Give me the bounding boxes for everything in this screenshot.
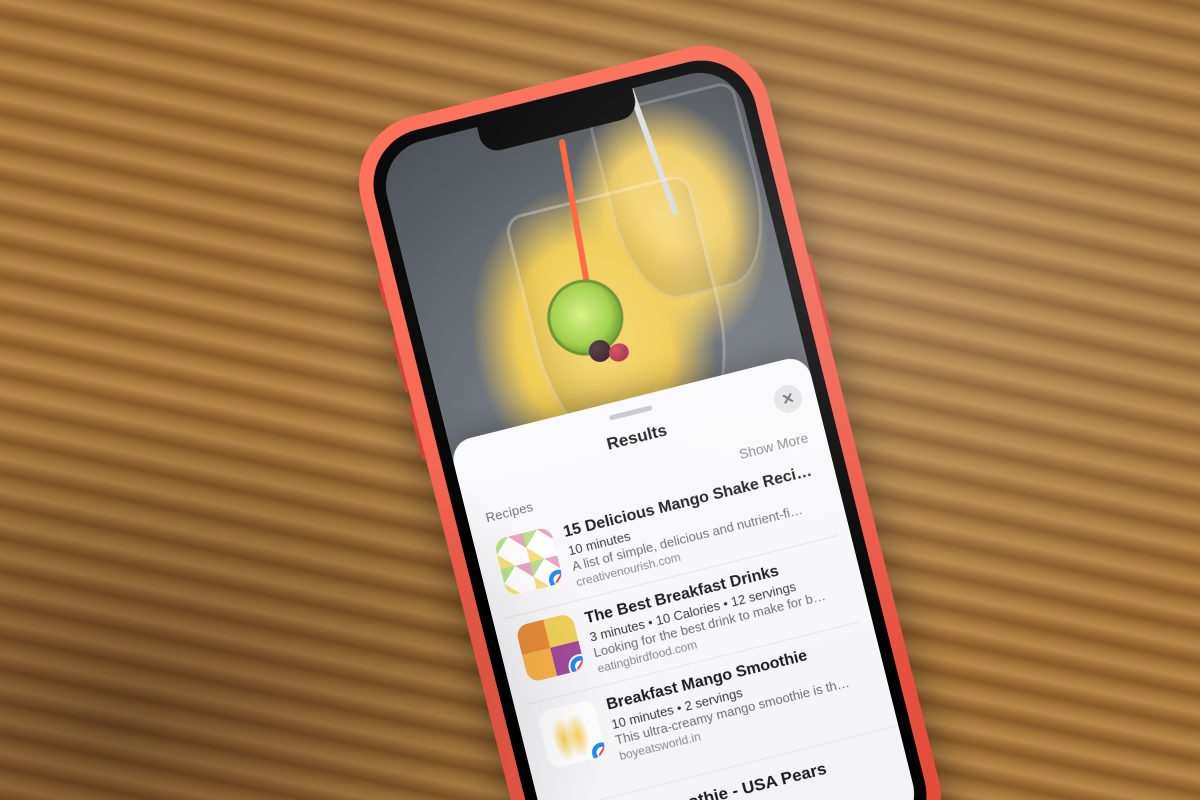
raspberry xyxy=(607,342,631,364)
close-button[interactable]: ✕ xyxy=(771,382,805,416)
volume-up-button xyxy=(392,337,409,392)
safari-icon xyxy=(547,568,564,592)
result-thumbnail xyxy=(494,526,564,596)
result-thumbnail xyxy=(537,699,607,769)
phone: Results ✕ Recipes Show More xyxy=(345,32,956,800)
mute-switch xyxy=(377,279,388,309)
phone-body: Results ✕ Recipes Show More xyxy=(362,49,939,800)
lime-slice xyxy=(539,272,631,364)
volume-down-button xyxy=(408,405,425,460)
phone-case: Results ✕ Recipes Show More xyxy=(345,32,956,800)
safari-icon xyxy=(568,654,585,678)
result-thumbnail xyxy=(515,613,585,683)
close-icon: ✕ xyxy=(780,389,797,410)
screen: Results ✕ Recipes Show More xyxy=(376,63,924,800)
blackberry xyxy=(587,338,614,365)
straw-orange xyxy=(558,138,599,336)
scene-background: Results ✕ Recipes Show More xyxy=(0,0,1200,800)
power-button xyxy=(808,254,833,338)
safari-icon xyxy=(590,741,607,765)
